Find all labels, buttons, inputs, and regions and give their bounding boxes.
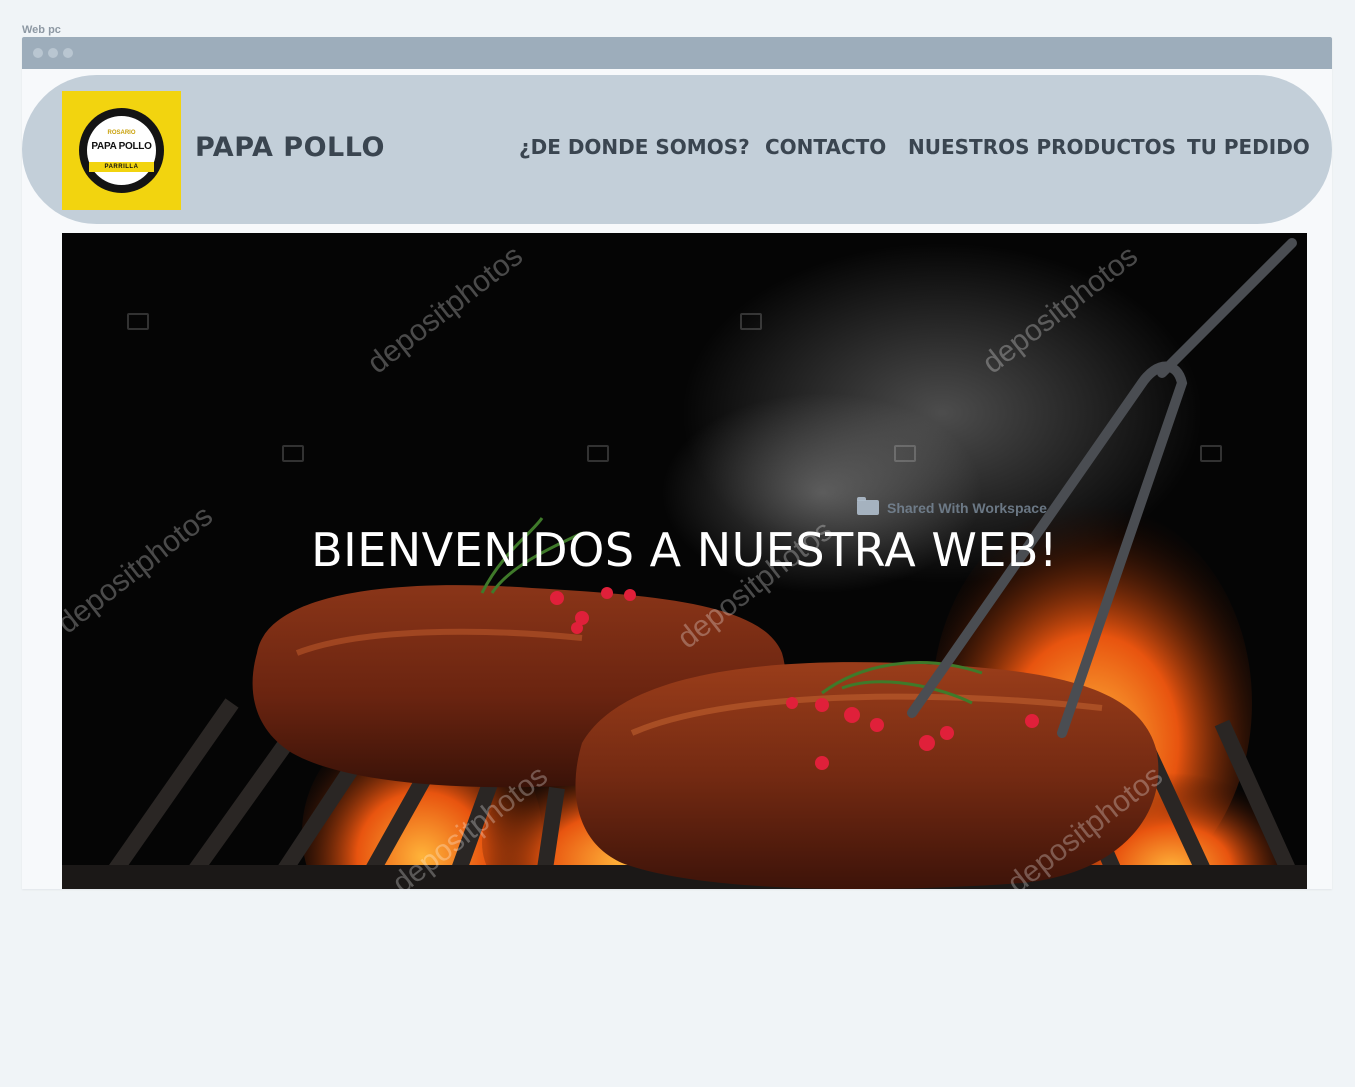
nav-link-contacto[interactable]: CONTACTO bbox=[765, 135, 886, 159]
shared-workspace-label: Shared With Workspace bbox=[887, 500, 1047, 516]
nav-link-de-donde-somos[interactable]: ¿DE DONDE SOMOS? bbox=[519, 135, 750, 159]
site-navbar: ROSARIO PAPA POLLO PARRILLA PAPA POLLO ¿… bbox=[22, 75, 1332, 224]
logo-badge-icon: ROSARIO PAPA POLLO PARRILLA bbox=[79, 108, 164, 193]
folder-icon bbox=[857, 497, 879, 515]
window-dot-icon[interactable] bbox=[48, 48, 58, 58]
hero-title: BIENVENIDOS A NUESTRA WEB! bbox=[311, 523, 1058, 577]
nav-link-nuestros-productos[interactable]: NUESTROS PRODUCTOS bbox=[908, 135, 1176, 159]
frame-label: Web pc bbox=[22, 24, 61, 36]
window-dot-icon[interactable] bbox=[63, 48, 73, 58]
logo-inner: ROSARIO PAPA POLLO PARRILLA bbox=[87, 116, 156, 185]
camera-icon bbox=[127, 313, 149, 330]
camera-icon bbox=[587, 445, 609, 462]
logo-top-text: ROSARIO bbox=[107, 130, 136, 136]
nav-link-tu-pedido[interactable]: TU PEDIDO bbox=[1187, 135, 1310, 159]
browser-window: ROSARIO PAPA POLLO PARRILLA PAPA POLLO ¿… bbox=[22, 37, 1332, 889]
brand-name[interactable]: PAPA POLLO bbox=[195, 132, 385, 163]
camera-icon bbox=[282, 445, 304, 462]
camera-icon bbox=[894, 445, 916, 462]
shared-workspace-tag[interactable]: Shared With Workspace bbox=[857, 497, 1047, 522]
logo-ribbon-text: PARRILLA bbox=[89, 162, 154, 172]
hero-banner: depositphotos depositphotos depositphoto… bbox=[62, 233, 1307, 889]
window-titlebar bbox=[22, 37, 1332, 69]
logo-main-text: PAPA POLLO bbox=[91, 141, 152, 152]
site-logo[interactable]: ROSARIO PAPA POLLO PARRILLA bbox=[62, 91, 181, 210]
window-dot-icon[interactable] bbox=[33, 48, 43, 58]
camera-icon bbox=[1200, 445, 1222, 462]
camera-icon bbox=[740, 313, 762, 330]
